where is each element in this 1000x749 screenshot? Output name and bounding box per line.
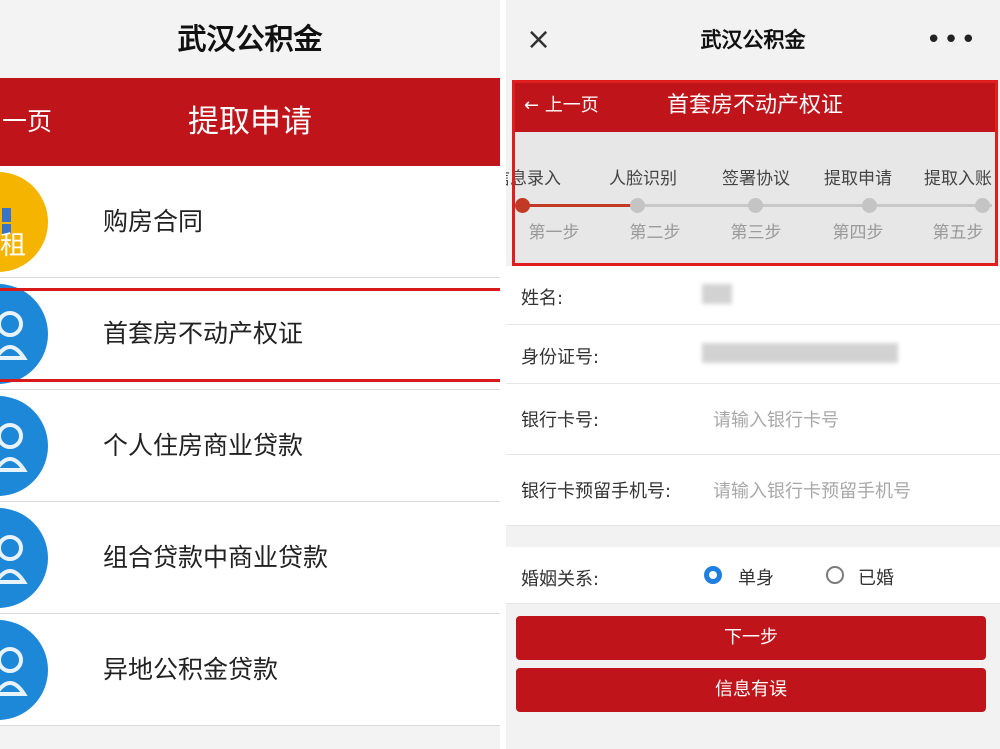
person-icon [0, 284, 48, 384]
step-dot [748, 198, 763, 213]
next-step-button[interactable]: 下一步 [516, 616, 986, 660]
menu-item-label: 异地公积金贷款 [103, 655, 279, 684]
menu-item-commercial-loan[interactable]: 个人住房商业贷款 [0, 390, 500, 502]
step-name: 提取入账 [924, 169, 992, 189]
page-title: 提取申请 [188, 104, 312, 140]
page-header: 一页 提取申请 [0, 78, 500, 166]
progress-track-done [522, 204, 637, 207]
step-name: 信息录入 [506, 169, 561, 189]
step-dot-current [515, 198, 530, 213]
step-number: 第一步 [528, 223, 580, 243]
menu-item-property-certificate[interactable]: 首套房不动产权证 [0, 278, 500, 390]
step-name: 签署协议 [722, 169, 790, 189]
bank-card-input[interactable]: 请输入银行卡号 [713, 406, 839, 432]
step-number: 第四步 [832, 223, 884, 243]
page-title: 首套房不动产权证 [666, 93, 843, 118]
menu-item-combined-loan[interactable]: 组合贷款中商业贷款 [0, 502, 500, 614]
step-number: 第五步 [932, 223, 984, 243]
id-row: 身份证号: [506, 325, 1000, 384]
id-label: 身份证号: [521, 347, 600, 368]
name-label: 姓名: [521, 288, 564, 309]
step-name: 人脸识别 [609, 169, 677, 189]
person-icon [0, 508, 48, 608]
menu-item-purchase-contract[interactable]: 租 购房合同 [0, 166, 500, 278]
app-title: 武汉公积金 [177, 22, 323, 56]
marriage-row: 婚姻关系: 单身 已婚 [506, 547, 1000, 604]
menu-item-label: 个人住房商业贷款 [103, 431, 304, 460]
right-screen: × 武汉公积金 ••• ← 上一页 首套房不动产权证 信息录入 人脸识别 签署协… [506, 0, 1000, 749]
card-label: 银行卡号: [521, 410, 600, 431]
phone-row[interactable]: 银行卡预留手机号: 请输入银行卡预留手机号 [506, 455, 1000, 526]
bank-phone-input[interactable]: 请输入银行卡预留手机号 [713, 477, 911, 503]
menu-item-label: 组合贷款中商业贷款 [103, 543, 329, 572]
redacted-id [702, 343, 898, 363]
menu-item-label: 购房合同 [103, 207, 204, 236]
marriage-label: 婚姻关系: [521, 569, 600, 590]
more-icon[interactable]: ••• [926, 22, 978, 58]
person-icon [0, 396, 48, 496]
step-number: 第二步 [629, 223, 681, 243]
card-row[interactable]: 银行卡号: 请输入银行卡号 [506, 384, 1000, 455]
single-label[interactable]: 单身 [738, 564, 774, 590]
step-number: 第三步 [730, 223, 782, 243]
step-dot [630, 198, 645, 213]
radio-single[interactable] [704, 566, 722, 584]
step-progress: 信息录入 人脸识别 签署协议 提取申请 提取入账 第一步 第二步 第三步 第四步… [506, 132, 998, 264]
menu-item-label: 首套房不动产权证 [103, 319, 304, 348]
name-row: 姓名: [506, 266, 1000, 325]
married-label[interactable]: 已婚 [858, 564, 894, 590]
step-dot [862, 198, 877, 213]
page-header: ← 上一页 首套房不动产权证 [512, 80, 998, 132]
person-icon [0, 620, 48, 720]
phone-label: 银行卡预留手机号: [521, 481, 672, 502]
radio-married[interactable] [826, 566, 844, 584]
top-bar: × 武汉公积金 ••• [506, 0, 1000, 80]
rent-badge-text: 租 [0, 231, 26, 261]
menu-item-remote-fund-loan[interactable]: 异地公积金贷款 [0, 614, 500, 726]
left-screen: 武汉公积金 一页 提取申请 租 购房合同 首套房不动产权证 个人住房商业贷款 组… [0, 0, 500, 749]
rent-icon: 租 [0, 172, 48, 272]
info-error-button[interactable]: 信息有误 [516, 668, 986, 712]
redacted-name [702, 284, 732, 304]
step-dot [975, 198, 990, 213]
step-name: 提取申请 [824, 169, 892, 189]
